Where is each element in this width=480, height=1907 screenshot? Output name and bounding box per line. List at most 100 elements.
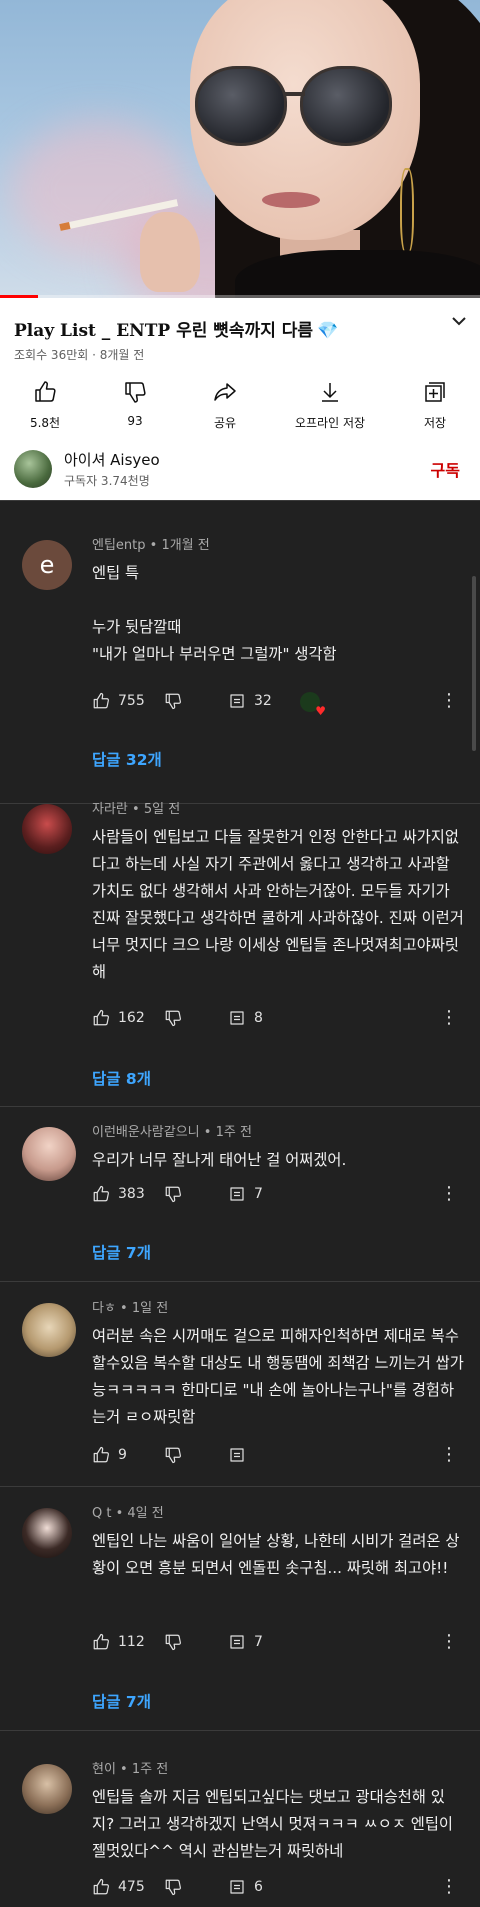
comment-reply-count: 7 [254, 1634, 263, 1650]
thumbs-up-icon[interactable] [92, 1633, 110, 1651]
thumbs-down-icon[interactable] [164, 1878, 182, 1896]
comment-avatar[interactable] [22, 1508, 72, 1558]
sunglasses-lens-left [195, 66, 287, 146]
channel-row[interactable]: 아이셔 Aisyeo 구독자 3.74천명 구독 [0, 440, 480, 500]
separator-dot: • [115, 1762, 132, 1777]
video-meta: 조회수 36만회 · 8개월 전 [14, 348, 145, 362]
video-title[interactable]: Play List _ ENTP 우린 뼛속까지 다름 💎 [14, 316, 338, 341]
comment-author[interactable]: 다ㅎ [92, 1301, 116, 1316]
comment-text: 엔팁인 나는 싸움이 일어날 상황, 나한테 시비가 걸려온 상황이 오면 흥분… [92, 1532, 460, 1577]
dislike-button[interactable]: 93 [90, 380, 180, 442]
comment-time: 5일 전 [143, 802, 181, 817]
comment-header: 다ㅎ • 1일 전 [92, 1297, 168, 1316]
comment-like-count: 383 [118, 1186, 145, 1202]
comment-header: 현이 • 1주 전 [92, 1758, 168, 1777]
thumbs-down-icon[interactable] [164, 1185, 182, 1203]
view-replies-button[interactable]: 답글 7개 [92, 1690, 151, 1712]
comment-header: 이런배운사람같으니 • 1주 전 [92, 1121, 252, 1140]
comment-text: 엔팁들 솔까 지금 엔팁되고싶다는 댓보고 광대승천해 있지? 그러고 생각하겠… [92, 1788, 458, 1860]
comment-reply-count: 6 [254, 1879, 263, 1895]
download-icon [322, 383, 338, 402]
more-vert-icon[interactable]: ⋮ [440, 1009, 458, 1027]
comment-actions: 162 8 [92, 1009, 472, 1031]
save-button[interactable]: 저장 [390, 380, 480, 442]
reply-icon[interactable] [228, 1633, 246, 1651]
video-player[interactable] [0, 0, 480, 298]
divider [0, 1281, 480, 1282]
thumbs-up-icon[interactable] [92, 692, 110, 710]
reply-icon[interactable] [228, 1185, 246, 1203]
comment-header: 엔팁entp • 1개월 전 [92, 534, 210, 553]
save-label: 저장 [423, 416, 447, 430]
comment-author[interactable]: Q t [92, 1506, 111, 1521]
download-button[interactable]: 오프라인 저장 [270, 380, 390, 442]
scrollbar[interactable] [472, 576, 476, 751]
gem-emoji: 💎 [317, 321, 339, 341]
comment-author[interactable]: 이런배운사람같으니 [92, 1125, 200, 1140]
comment-avatar[interactable] [22, 1764, 72, 1814]
thumbnail-lips [262, 192, 320, 208]
video-info: Play List _ ENTP 우린 뼛속까지 다름 💎 조회수 36만회 · … [0, 298, 480, 500]
reply-icon[interactable] [228, 692, 246, 710]
comment-author[interactable]: 자라란 [92, 802, 128, 817]
chevron-down-icon[interactable] [452, 314, 466, 330]
comment-actions: 475 6 [92, 1878, 472, 1900]
comment-header: Q t • 4일 전 [92, 1502, 164, 1521]
comment-text: 여러분 속은 시꺼매도 겉으로 피해자인척하면 제대로 복수할수있음 복수할 대… [92, 1327, 464, 1426]
comment-reply-count: 8 [254, 1010, 263, 1026]
thumbnail-shoulder [235, 250, 480, 298]
thumbs-down-icon[interactable] [164, 1446, 182, 1464]
thumbnail-hand [140, 212, 200, 292]
comment-like-count: 475 [118, 1879, 145, 1895]
more-vert-icon[interactable]: ⋮ [440, 1878, 458, 1896]
comment-like-count: 755 [118, 693, 145, 709]
more-vert-icon[interactable]: ⋮ [440, 1446, 458, 1464]
comment-time: 1주 전 [215, 1125, 252, 1140]
share-button[interactable]: 공유 [180, 380, 270, 442]
share-icon [214, 383, 236, 401]
comment-actions: 9 [92, 1446, 472, 1468]
comment-header: 자라란 • 5일 전 [92, 798, 180, 817]
reply-icon[interactable] [228, 1009, 246, 1027]
comment-text: 엔팁 특 누가 뒷담깔때 "내가 얼마나 부러우면 그럴까" 생각함 [92, 564, 337, 663]
reply-icon[interactable] [228, 1446, 246, 1464]
dislike-count: 93 [127, 414, 143, 428]
thumbs-down-icon[interactable] [164, 1633, 182, 1651]
channel-avatar[interactable] [14, 450, 52, 488]
view-replies-button[interactable]: 답글 32개 [92, 748, 162, 770]
view-replies-button[interactable]: 답글 7개 [92, 1241, 151, 1263]
comment-avatar[interactable] [22, 804, 72, 854]
more-vert-icon[interactable]: ⋮ [440, 1633, 458, 1651]
comment-actions: 755 32 [92, 692, 472, 718]
comment-time: 1주 전 [131, 1762, 169, 1777]
separator-dot: • [111, 1506, 128, 1521]
comment-avatar[interactable] [22, 1303, 76, 1357]
reply-icon[interactable] [228, 1878, 246, 1896]
like-button[interactable]: 5.8천 [0, 380, 90, 442]
comment-avatar[interactable] [22, 1127, 76, 1181]
thumbs-up-icon[interactable] [92, 1446, 110, 1464]
sunglasses-bridge [285, 92, 305, 96]
download-label: 오프라인 저장 [294, 416, 366, 430]
comment-text: 사람들이 엔팁보고 다들 잘못한거 인정 안한다고 싸가지없다고 하는데 사실 … [92, 828, 464, 981]
comment-author[interactable]: 현이 [92, 1762, 116, 1777]
view-replies-button[interactable]: 답글 8개 [92, 1067, 151, 1089]
comment-avatar[interactable]: e [22, 540, 72, 590]
thumbs-down-icon[interactable] [164, 1009, 182, 1027]
comment-time: 1일 전 [131, 1301, 169, 1316]
save-playlist-icon [425, 382, 445, 402]
comment-author[interactable]: 엔팁entp [92, 538, 146, 553]
channel-name[interactable]: 아이셔 Aisyeo [64, 449, 160, 470]
thumbs-down-icon[interactable] [164, 692, 182, 710]
comment-time: 1개월 전 [161, 538, 210, 553]
creator-heart-icon [300, 692, 326, 718]
divider [0, 1106, 480, 1107]
thumbs-up-icon[interactable] [92, 1185, 110, 1203]
more-vert-icon[interactable]: ⋮ [440, 692, 458, 710]
separator-dot: • [145, 538, 162, 553]
subscribe-button[interactable]: 구독 [431, 457, 460, 481]
thumbs-up-icon[interactable] [92, 1878, 110, 1896]
thumbs-up-icon [35, 381, 56, 402]
more-vert-icon[interactable]: ⋮ [440, 1185, 458, 1203]
thumbs-up-icon[interactable] [92, 1009, 110, 1027]
